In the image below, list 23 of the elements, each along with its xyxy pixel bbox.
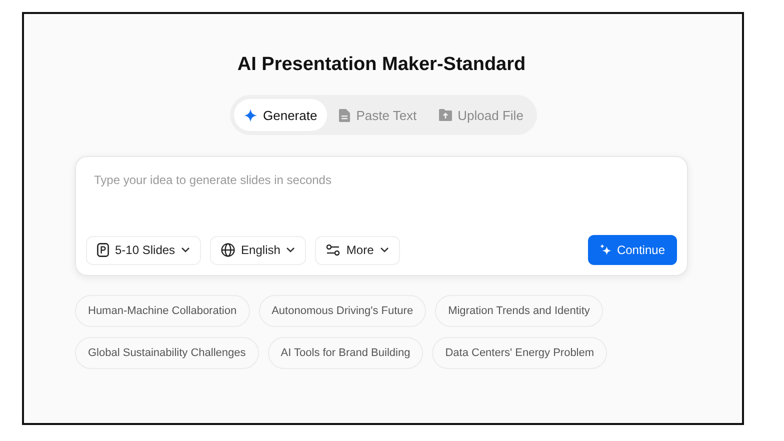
suggestion-chip[interactable]: Human-Machine Collaboration [75,295,250,327]
suggestion-chip[interactable]: Migration Trends and Identity [435,295,603,327]
folder-upload-icon [438,109,452,121]
continue-button[interactable]: Continue [588,235,677,265]
sparkle-icon [600,244,612,256]
chevron-down-icon [181,247,190,253]
document-icon [339,108,350,122]
globe-icon [221,243,236,257]
option-dropdown[interactable]: More [315,236,400,264]
suggestion-chip[interactable]: Global Sustainability Challenges [75,337,259,369]
suggestion-chip[interactable]: AI Tools for Brand Building [268,337,424,369]
option-dropdown[interactable]: 5-10 Slides [86,236,202,264]
prompt-card[interactable]: Type your idea to generate slides in seconds 5-10 Slides English More Continue [75,156,688,276]
sliders-icon [326,244,340,256]
slides-icon [97,243,109,257]
page-title: AI Presentation Maker-Standard [236,54,527,76]
suggestion-chip[interactable]: Autonomous Driving's Future [258,295,426,327]
sparkle-icon [244,108,257,122]
suggestion-chip[interactable]: Data Centers' Energy Problem [432,337,608,369]
option-dropdown[interactable]: English [210,236,306,264]
chevron-down-icon [380,247,389,253]
chevron-down-icon [286,247,296,253]
mode-tab[interactable]: Generate [234,99,328,131]
